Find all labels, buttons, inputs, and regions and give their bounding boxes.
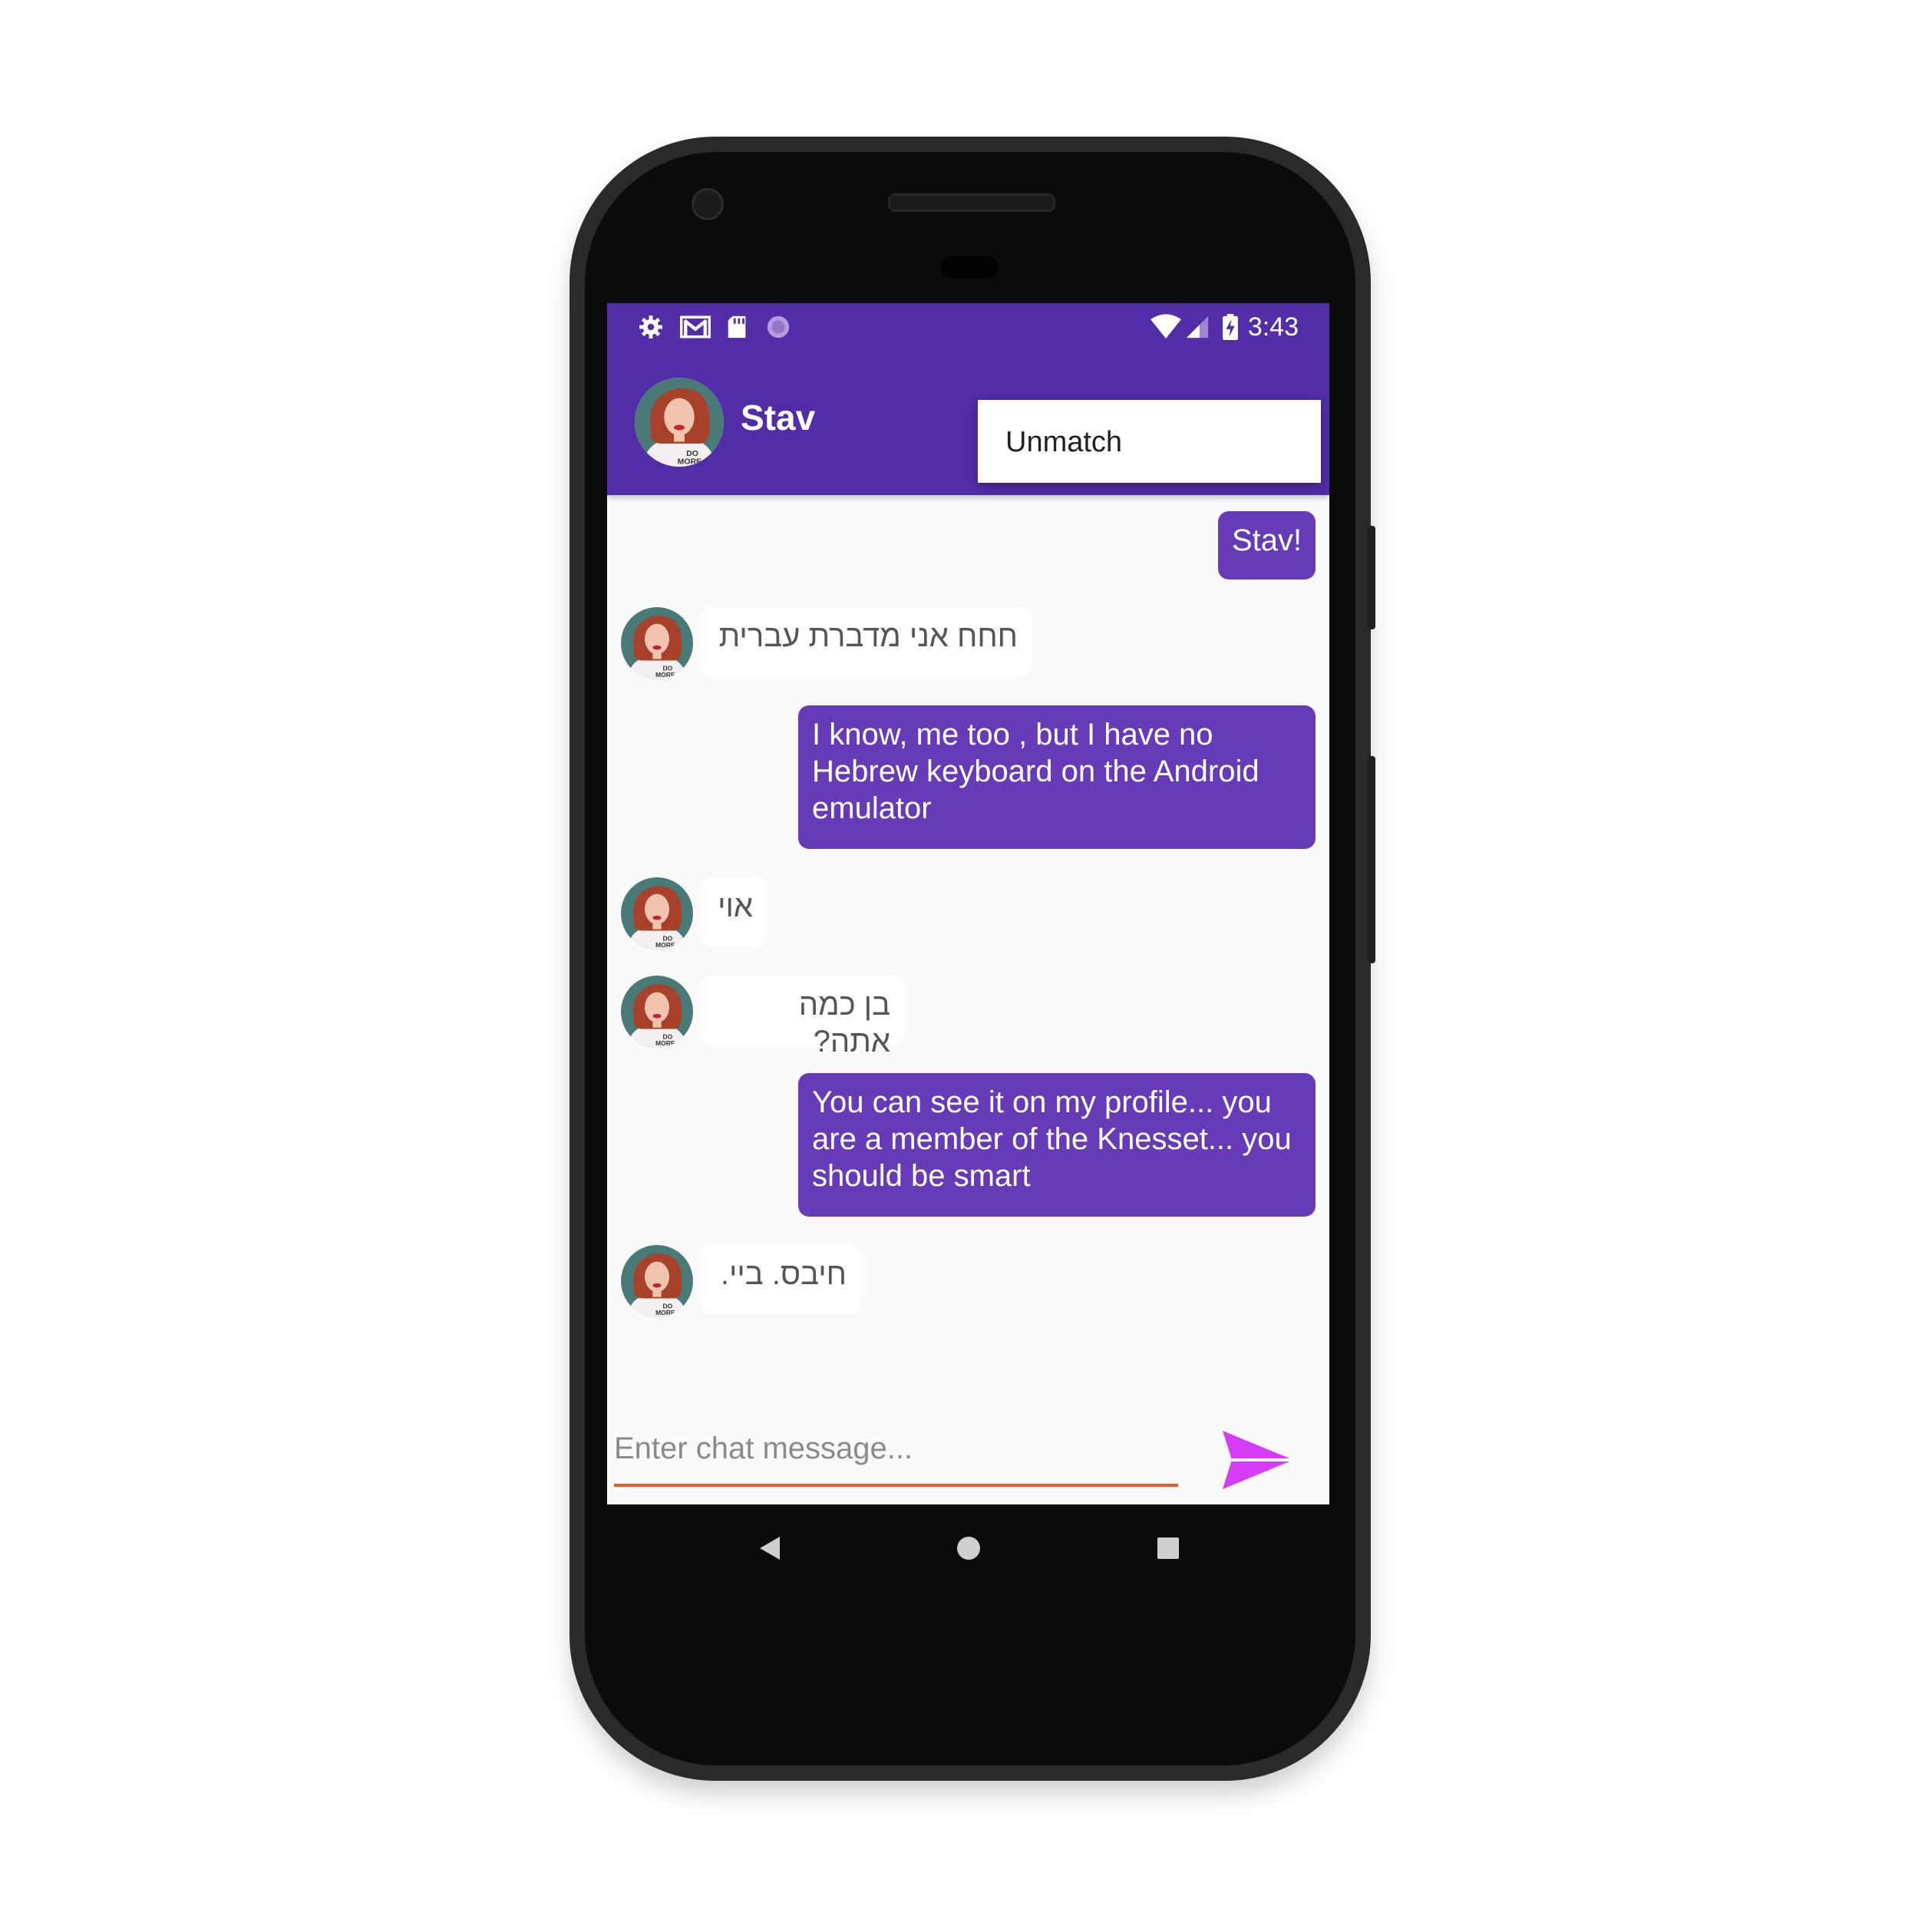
chat-toolbar: DO MORE Stav Unmatch <box>607 349 1329 495</box>
menu-item-unmatch[interactable]: Unmatch <box>1005 426 1122 459</box>
svg-text:MORE: MORE <box>655 1309 675 1316</box>
avatar-image: DO MORE <box>621 607 693 679</box>
message-bubble-sent: You can see it on my profile... you are … <box>798 1073 1316 1217</box>
signal-icon <box>1186 315 1209 339</box>
status-bar: 3:43 <box>607 303 1329 349</box>
app-screen: 3:43 DO MORE Stav Unmatch Stav! DO MORE … <box>607 303 1329 1504</box>
message-bubble-received: בן כמה אתה? <box>701 976 904 1058</box>
avatar-image: DO MORE <box>635 378 724 467</box>
sd-card-icon <box>728 315 746 339</box>
message-avatar[interactable]: DO MORE <box>621 877 693 949</box>
svg-text:DO: DO <box>686 450 698 458</box>
message-bubble-sent: Stav! <box>1218 511 1316 580</box>
gear-icon <box>639 315 662 339</box>
svg-text:MORE: MORE <box>655 1039 675 1047</box>
battery-charging-icon <box>1223 314 1238 340</box>
chat-message-input[interactable]: Enter chat message... <box>614 1432 913 1466</box>
message-bubble-received: אוי <box>701 877 767 946</box>
sync-icon <box>767 315 790 339</box>
overflow-menu-popup: Unmatch <box>978 400 1321 483</box>
avatar-image: DO MORE <box>621 1245 693 1317</box>
recents-icon[interactable] <box>1157 1537 1180 1560</box>
message-avatar[interactable]: DO MORE <box>621 1245 693 1317</box>
gmail-icon <box>680 315 711 339</box>
wifi-icon <box>1151 314 1181 339</box>
power-button <box>1368 526 1375 629</box>
volume-button <box>1368 756 1375 963</box>
back-icon[interactable] <box>758 1535 781 1561</box>
proximity-sensor <box>941 256 998 279</box>
svg-text:MORE: MORE <box>655 671 675 679</box>
svg-text:MORE: MORE <box>678 458 702 467</box>
message-bubble-received: חיבס. ביי. <box>701 1245 860 1314</box>
message-avatar[interactable]: DO MORE <box>621 607 693 679</box>
status-time: 3:43 <box>1247 312 1299 342</box>
front-camera <box>692 188 724 220</box>
message-bubble-received: חחח אני מדברת עברית <box>701 607 1032 676</box>
input-underline <box>614 1484 1178 1487</box>
home-icon[interactable] <box>956 1535 982 1561</box>
avatar-image: DO MORE <box>621 976 693 1048</box>
message-bubble-sent: I know, me too , but I have no Hebrew ke… <box>798 705 1316 849</box>
earpiece-speaker <box>888 193 1055 212</box>
send-icon[interactable] <box>1221 1429 1295 1491</box>
contact-avatar[interactable]: DO MORE <box>635 378 724 467</box>
svg-text:MORE: MORE <box>655 941 675 949</box>
avatar-image: DO MORE <box>621 877 693 949</box>
contact-name[interactable]: Stav <box>741 397 815 438</box>
system-nav-bar <box>607 1504 1329 1589</box>
message-avatar[interactable]: DO MORE <box>621 976 693 1048</box>
